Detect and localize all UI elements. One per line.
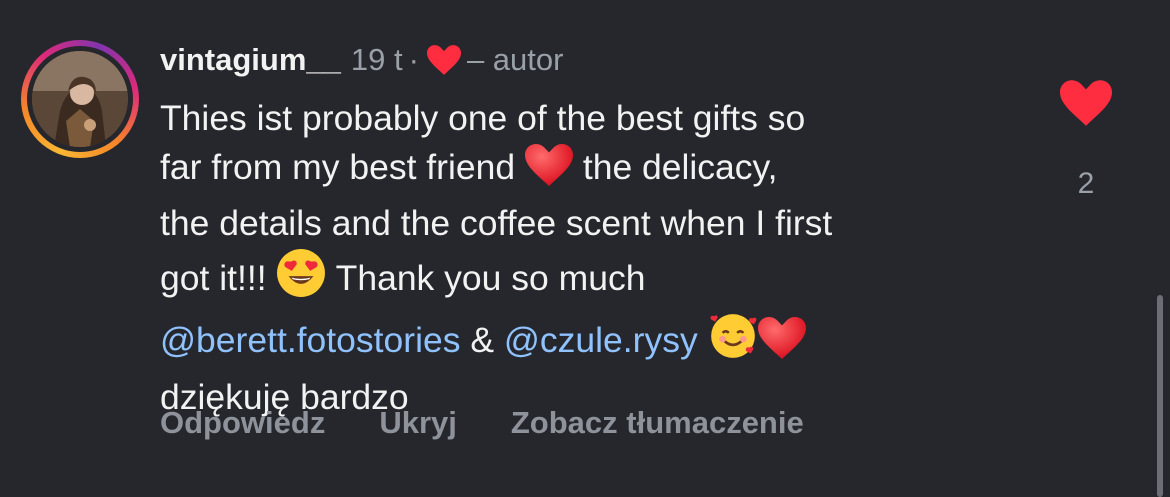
red-heart-emoji xyxy=(524,143,573,200)
comment-text-segment: the delicacy, xyxy=(572,146,778,187)
separator-dot: · xyxy=(408,42,419,77)
see-translation-button[interactable]: Zobacz tłumaczenie xyxy=(511,405,804,441)
avatar-photo-image xyxy=(32,51,128,147)
comment-line: @berett.fotostories & @czule.rysy xyxy=(160,310,1040,373)
comment-line: Thies ist probably one of the best gifts… xyxy=(160,98,806,138)
timestamp: 19 t xyxy=(350,42,403,77)
comment-text-segment: got it!!! xyxy=(160,257,277,298)
heart-eyes-emoji xyxy=(276,248,326,311)
username-link[interactable]: vintagium__ xyxy=(160,42,341,78)
comment-line: the details and the coffee scent when I … xyxy=(160,203,833,243)
smiling-face-with-hearts-emoji xyxy=(708,310,758,373)
author-tag: – autor xyxy=(466,42,564,77)
scrollbar[interactable] xyxy=(1157,295,1163,497)
comment: vintagium__ 19 t · – autor Thies ist pro… xyxy=(0,0,1170,497)
avatar[interactable] xyxy=(32,51,128,147)
like-count: 2 xyxy=(1077,167,1095,200)
reply-button[interactable]: Odpowiedz xyxy=(160,405,325,441)
story-ring[interactable] xyxy=(21,40,139,158)
comment-text-segment: far from my best friend xyxy=(160,146,525,187)
comment-line: got it!!! Thank you so much xyxy=(160,248,1040,311)
comment-line: far from my best friend the delicacy, xyxy=(160,143,1040,200)
like-column: 2 xyxy=(1058,80,1114,201)
heart-icon xyxy=(1060,80,1112,126)
comment-header: vintagium__ 19 t · – autor xyxy=(160,38,563,82)
like-button[interactable] xyxy=(1058,80,1114,131)
comment-text-segment: & xyxy=(460,320,504,360)
hide-button[interactable]: Ukryj xyxy=(379,405,457,441)
comment-text: Thies ist probably one of the best gifts… xyxy=(160,94,1040,421)
heart-icon xyxy=(426,45,461,75)
comment-actions: Odpowiedz Ukryj Zobacz tłumaczenie xyxy=(160,405,804,441)
mention-link[interactable]: @czule.rysy xyxy=(504,320,698,360)
comment-text-segment: Thank you so much xyxy=(326,257,646,298)
red-heart-emoji xyxy=(757,316,806,373)
mention-link[interactable]: @berett.fotostories xyxy=(160,320,460,360)
